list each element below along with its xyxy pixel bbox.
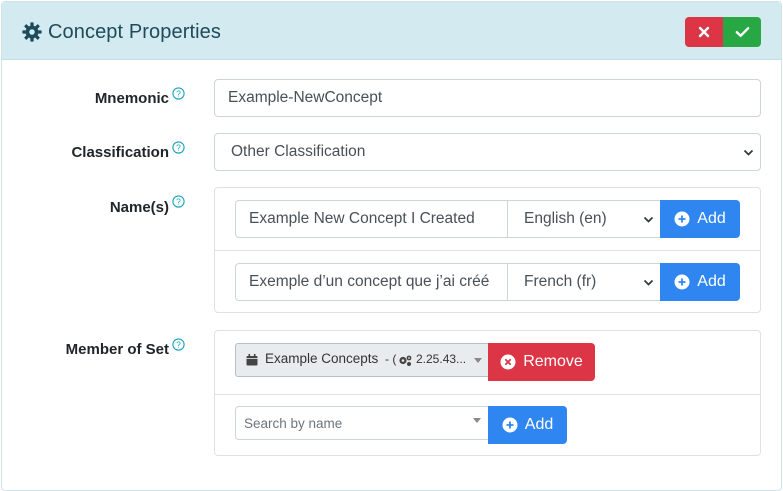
check-icon: [735, 27, 749, 37]
add-label: Add: [697, 210, 726, 227]
caret-down-icon: [474, 358, 482, 363]
name-input[interactable]: Example New Concept I Created: [235, 200, 508, 238]
language-select[interactable]: English (en): [507, 200, 661, 238]
plus-circle-icon: [502, 417, 518, 433]
language-value: English (en): [524, 210, 607, 227]
divider: [215, 394, 760, 395]
confirm-button[interactable]: [723, 17, 761, 47]
svg-text:?: ?: [176, 143, 181, 153]
remove-circle-icon: [500, 354, 516, 370]
help-icon[interactable]: ?: [172, 338, 185, 351]
close-icon: [698, 26, 710, 38]
language-value: French (fr): [524, 273, 597, 290]
selected-set[interactable]: Example Concepts - ( 2.25.43...: [235, 343, 489, 377]
member-of-set-label: Member of Set: [65, 341, 169, 358]
language-select[interactable]: French (fr): [507, 263, 661, 301]
classification-select[interactable]: Other Classification: [214, 133, 761, 171]
classification-value: Other Classification: [231, 143, 366, 160]
add-label: Add: [524, 416, 554, 433]
header-actions: [685, 17, 761, 47]
chevron-down-icon: [743, 149, 754, 156]
svg-text:?: ?: [176, 197, 181, 207]
mnemonic-label: Mnemonic: [94, 90, 169, 107]
svg-text:?: ?: [176, 340, 181, 350]
help-icon[interactable]: ?: [172, 87, 185, 100]
remove-label: Remove: [523, 353, 583, 370]
plus-circle-icon: [674, 274, 690, 290]
add-label: Add: [697, 273, 726, 290]
chevron-down-icon: [643, 216, 654, 223]
help-icon[interactable]: ?: [172, 195, 185, 208]
add-name-button[interactable]: Add: [660, 263, 740, 301]
set-search-input[interactable]: Search by name: [235, 406, 489, 440]
divider: [215, 250, 760, 251]
gear-icon: [22, 22, 42, 42]
add-set-button[interactable]: Add: [488, 406, 567, 444]
help-icon[interactable]: ?: [172, 141, 185, 154]
mnemonic-input[interactable]: Example-NewConcept: [214, 79, 761, 117]
panel-title-text: Concept Properties: [48, 20, 222, 43]
plus-circle-icon: [674, 211, 690, 227]
remove-set-button[interactable]: Remove: [488, 343, 595, 381]
name-input[interactable]: Exemple d’un concept que j’ai créé: [235, 263, 508, 301]
classification-label: Classification: [71, 144, 169, 161]
cancel-button[interactable]: [685, 17, 723, 47]
panel-title: Concept Properties: [21, 18, 221, 46]
calendar-icon: [246, 354, 258, 366]
selected-set-name: Example Concepts: [265, 351, 379, 366]
selected-set-suffix: - (: [385, 352, 397, 366]
add-name-button[interactable]: Add: [660, 200, 740, 238]
panel-header: Concept Properties: [2, 2, 781, 60]
chevron-down-icon: [643, 279, 654, 286]
concept-properties-panel: Concept Properties Mnemonic ? Example-Ne…: [1, 1, 782, 491]
svg-text:?: ?: [176, 89, 181, 99]
gears-icon: [399, 355, 412, 366]
names-label: Name(s): [109, 199, 169, 216]
caret-down-icon: [473, 418, 481, 423]
selected-set-oid: 2.25.43...: [416, 352, 467, 366]
